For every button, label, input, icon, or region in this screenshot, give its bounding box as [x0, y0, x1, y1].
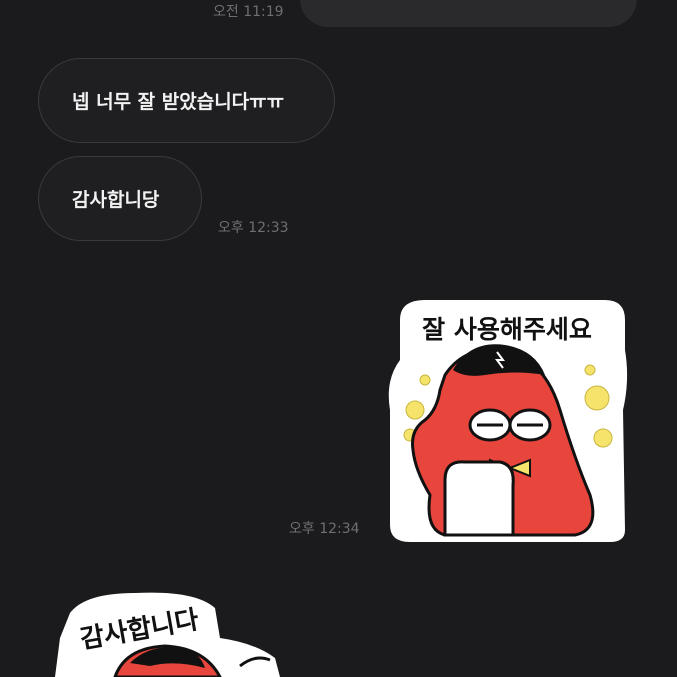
crab-sticker-message[interactable]: 잘 사용해주세요 [385, 290, 630, 545]
message-text: 넵 너무 잘 받았습니다ㅠㅠ [72, 91, 285, 113]
crab-hand [443, 460, 515, 537]
incoming-message-bubble[interactable]: 넵 너무 잘 받았습니다ㅠㅠ [38, 58, 335, 143]
chat-screen: 오전 11:19 넵 너무 잘 받았습니다ㅠㅠ 감사합니당 오후 12:33 오… [0, 0, 677, 677]
sticker-caption: 잘 사용해주세요 [422, 315, 592, 344]
outgoing-message-bubble[interactable] [300, 0, 637, 27]
message-timestamp: 오전 11:19 [213, 4, 284, 20]
message-text: 감사합니당 [72, 189, 160, 211]
message-timestamp: 오후 12:33 [218, 220, 289, 236]
crab-sticker-message[interactable]: 감사합니다 [55, 588, 285, 677]
incoming-message-bubble[interactable]: 감사합니당 [38, 156, 202, 241]
message-timestamp: 오후 12:34 [289, 521, 360, 537]
